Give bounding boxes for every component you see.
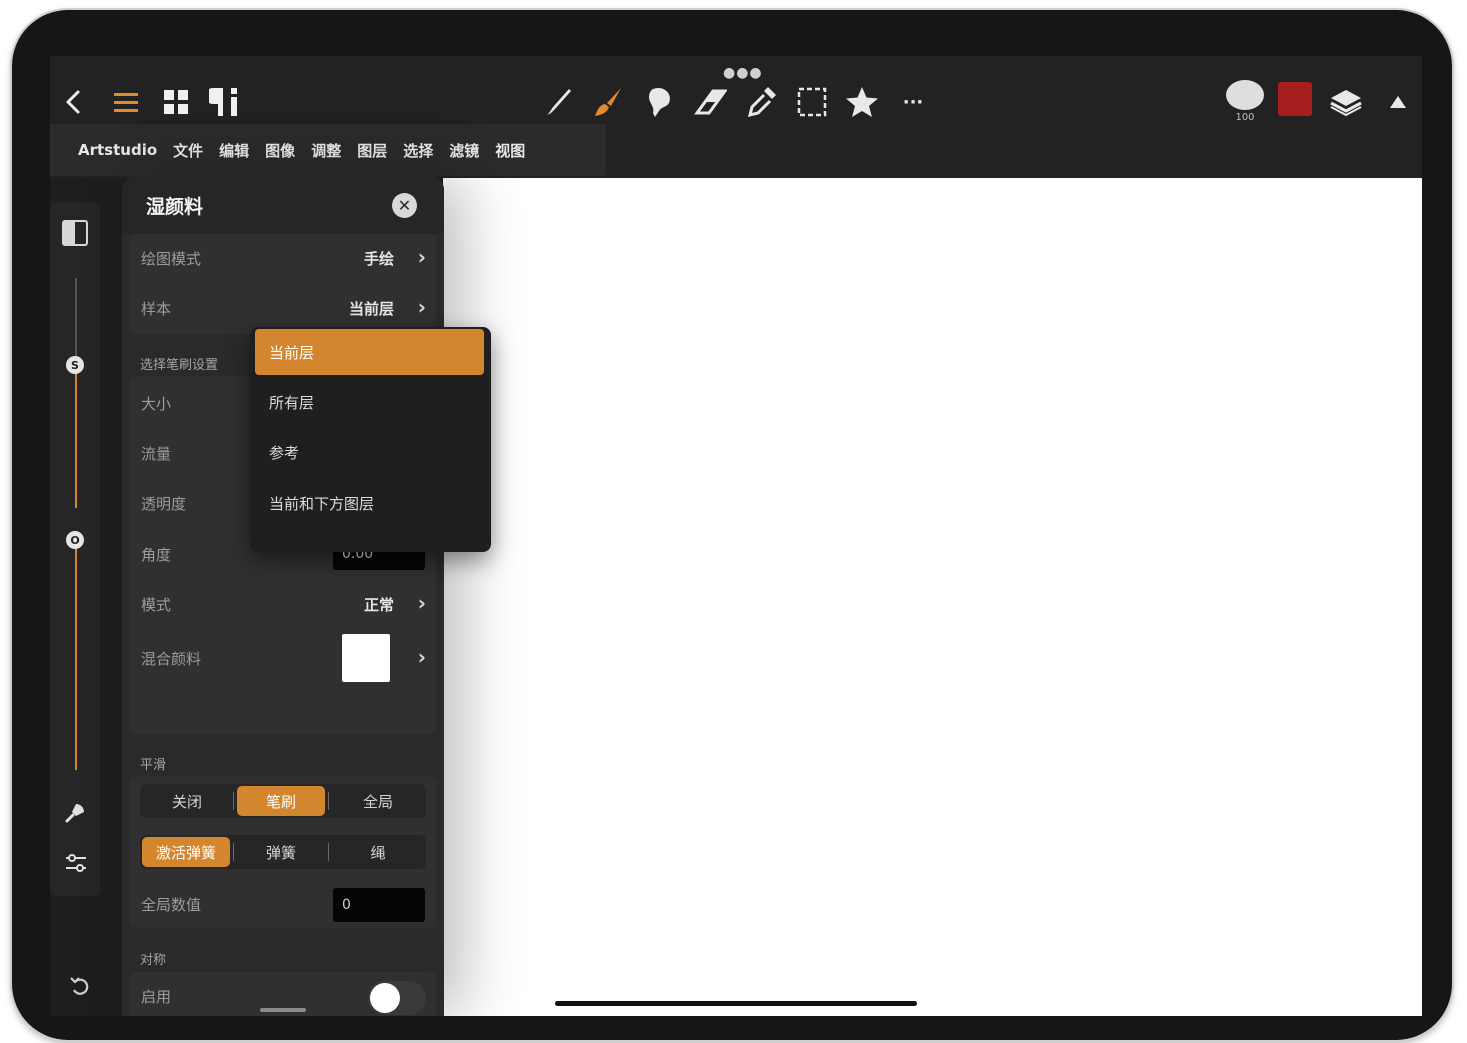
eyedropper-icon[interactable] <box>744 84 780 120</box>
brush-settings-panel: 湿颜料 ✕ 绘图模式 手绘 › 样本 当前层 › 选择笔刷设置 大小 流量 透明… <box>122 176 444 1016</box>
global-value-row: 全局数值 0 <box>130 880 436 928</box>
menu-bar: Artstudio 文件 编辑 图像 调整 图层 选择 滤镜 视图 <box>50 124 606 176</box>
symmetry-enable-label: 启用 <box>141 988 172 1006</box>
drawing-canvas[interactable] <box>443 178 1422 1016</box>
app-screen: ●●● ··· 100 Artstudio 文件 编辑 图像 调整 图层 选择 … <box>50 56 1422 1016</box>
angle-label: 角度 <box>141 546 172 564</box>
menu-edit[interactable]: 编辑 <box>219 140 249 161</box>
size-label: 大小 <box>141 395 172 413</box>
mode-value: 正常 <box>363 596 394 614</box>
mix-paint-label: 混合颜料 <box>141 650 202 668</box>
home-indicator <box>555 1001 917 1006</box>
color-swatch-icon[interactable] <box>1278 82 1312 116</box>
selection-rect-icon[interactable] <box>794 84 830 120</box>
flow-label: 流量 <box>141 445 172 463</box>
smoothing-section: 平滑 <box>140 758 167 773</box>
grab-handle-icon[interactable]: ●●● <box>723 65 763 81</box>
seg-divider <box>233 792 234 810</box>
mode-label: 模式 <box>141 596 172 614</box>
draw-settings-group: 绘图模式 手绘 › 样本 当前层 › <box>130 234 436 334</box>
seg-brush[interactable]: 笔刷 <box>237 786 325 816</box>
ipad-device: ●●● ··· 100 Artstudio 文件 编辑 图像 调整 图层 选择 … <box>12 10 1452 1040</box>
menu-layer[interactable]: 图层 <box>357 140 387 161</box>
brush-icon[interactable] <box>590 84 626 120</box>
hamburger-menu-icon[interactable] <box>108 84 144 120</box>
opacity-slider-handle[interactable]: O <box>66 531 84 549</box>
pencil-icon[interactable] <box>540 84 576 120</box>
brush-size-value: 100 <box>1235 112 1255 123</box>
dropdown-item-current-layer[interactable]: 当前层 <box>255 329 484 375</box>
opacity-label: 透明度 <box>141 495 187 513</box>
panel-header: 湿颜料 ✕ <box>122 176 444 234</box>
opacity-slider-fill[interactable] <box>75 542 77 770</box>
pin-icon[interactable] <box>64 802 86 828</box>
sliders-icon[interactable] <box>64 852 88 878</box>
global-value-label: 全局数值 <box>141 896 202 914</box>
dropdown-item-all-layers[interactable]: 所有层 <box>255 379 484 425</box>
brush-size-icon[interactable] <box>1226 80 1264 110</box>
collapse-up-icon[interactable] <box>1380 84 1416 120</box>
close-icon[interactable]: ✕ <box>392 193 417 218</box>
menu-filter[interactable]: 滤镜 <box>449 140 479 161</box>
seg-divider <box>233 843 234 861</box>
mix-color-swatch[interactable] <box>342 634 390 682</box>
seg-global[interactable]: 全局 <box>332 786 424 816</box>
more-icon[interactable]: ··· <box>895 84 931 120</box>
menu-image[interactable]: 图像 <box>265 140 295 161</box>
global-value-field[interactable]: 0 <box>333 888 425 922</box>
paragraph-text-icon[interactable] <box>208 84 244 120</box>
smudge-icon[interactable] <box>642 84 678 120</box>
size-slider-handle[interactable]: S <box>66 356 84 374</box>
seg-off[interactable]: 关闭 <box>142 786 232 816</box>
menu-file[interactable]: 文件 <box>173 140 203 161</box>
seg-divider <box>328 792 329 810</box>
sample-dropdown: 当前层 所有层 参考 当前和下方图层 <box>250 327 491 552</box>
eraser-icon[interactable] <box>692 84 728 120</box>
symmetry-toggle[interactable] <box>368 981 426 1015</box>
symmetry-section: 对称 <box>140 953 167 968</box>
menu-select[interactable]: 选择 <box>403 140 433 161</box>
mode-row[interactable]: 模式 正常 › <box>130 578 436 628</box>
draw-mode-label: 绘图模式 <box>141 250 202 268</box>
sample-value: 当前层 <box>348 300 394 318</box>
spring-mode-segment: 激活弹簧 弹簧 绳 <box>140 835 426 869</box>
seg-spring[interactable]: 弹簧 <box>237 837 325 867</box>
menu-view[interactable]: 视图 <box>495 140 525 161</box>
panel-scroll-handle[interactable] <box>260 1008 306 1012</box>
seg-rope[interactable]: 绳 <box>332 837 424 867</box>
chevron-right-icon: › <box>417 591 426 615</box>
panel-title: 湿颜料 <box>146 196 204 218</box>
star-icon[interactable] <box>844 84 880 120</box>
size-slider-track[interactable] <box>75 278 77 366</box>
chevron-right-icon: › <box>417 245 426 269</box>
size-slider-fill <box>75 366 77 508</box>
draw-mode-row[interactable]: 绘图模式 手绘 › <box>130 234 436 284</box>
split-view-icon[interactable] <box>62 220 88 246</box>
chevron-right-icon: › <box>417 295 426 319</box>
dropdown-item-current-and-below[interactable]: 当前和下方图层 <box>255 480 484 526</box>
undo-icon[interactable] <box>68 974 92 1002</box>
draw-mode-value: 手绘 <box>363 250 394 268</box>
layers-icon[interactable] <box>1328 84 1364 120</box>
menu-app[interactable]: Artstudio <box>78 141 157 159</box>
chevron-right-icon: › <box>417 645 426 669</box>
grid-icon[interactable] <box>158 84 194 120</box>
brush-settings-section: 选择笔刷设置 <box>140 358 219 373</box>
seg-divider <box>328 843 329 861</box>
toggle-knob <box>370 983 400 1013</box>
dropdown-item-reference[interactable]: 参考 <box>255 429 484 475</box>
menu-adjust[interactable]: 调整 <box>311 140 341 161</box>
smoothing-mode-segment: 关闭 笔刷 全局 <box>140 784 426 818</box>
seg-active-spring[interactable]: 激活弹簧 <box>142 837 230 867</box>
back-chevron-icon[interactable] <box>56 84 92 120</box>
top-toolbar: ●●● ··· 100 Artstudio 文件 编辑 图像 调整 图层 选择 … <box>50 56 1422 178</box>
sample-label: 样本 <box>141 300 172 318</box>
mix-paint-row[interactable]: 混合颜料 › <box>130 628 436 690</box>
left-slider-rail: S O <box>50 202 100 896</box>
